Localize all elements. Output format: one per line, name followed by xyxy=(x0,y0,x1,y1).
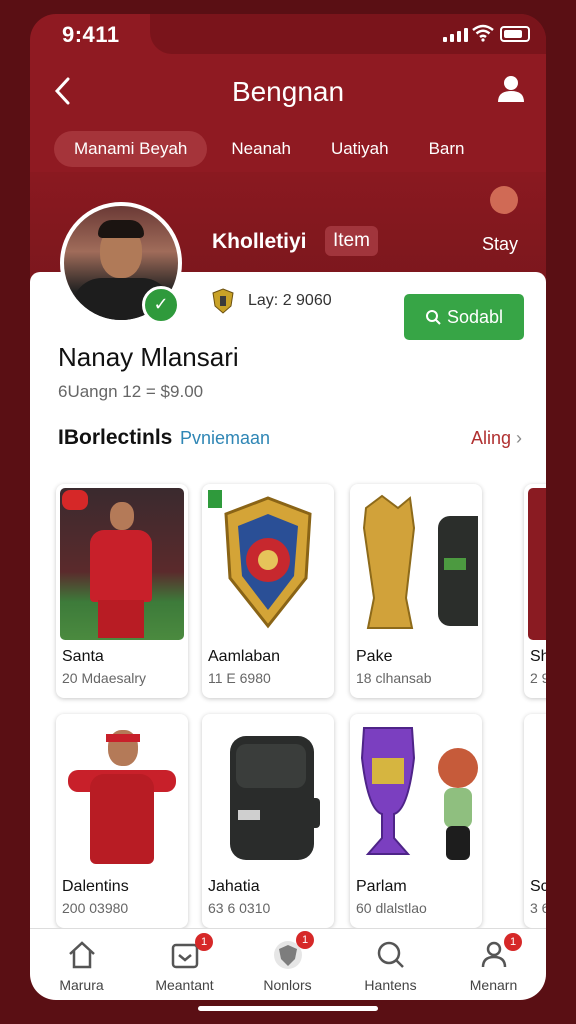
collections-title: IBorlectinls xyxy=(58,426,173,449)
tab-manami-beyah[interactable]: Manami Beyah xyxy=(54,131,208,167)
item-name: Pake xyxy=(356,648,393,665)
nav-label: Marura xyxy=(59,977,104,993)
app-screen: 9:411 Bengnan Manami Beyah Neanah Uatiya… xyxy=(30,14,546,1000)
item-sub: 60 dlalstlao xyxy=(356,900,427,916)
item-name: Aamlaban xyxy=(208,648,281,665)
home-icon xyxy=(69,941,95,969)
sodabl-button[interactable]: Sodabl xyxy=(404,294,524,340)
app-header: Bengnan xyxy=(30,58,546,126)
mascot-icon xyxy=(490,186,518,214)
signal-icon xyxy=(443,28,468,42)
see-all-link[interactable]: Aling › xyxy=(471,428,522,449)
crest-icon xyxy=(212,288,234,314)
nav-meantant[interactable]: 1 Meantant xyxy=(133,929,236,1000)
search-chat-icon xyxy=(377,941,404,968)
backpack-icon xyxy=(206,718,330,870)
search-icon xyxy=(425,310,441,325)
player-figure-icon xyxy=(60,718,184,870)
section-title: Kholletiyi xyxy=(212,230,307,253)
shield-crest-icon xyxy=(206,488,330,640)
notification-badge: 1 xyxy=(195,933,213,951)
collection-card[interactable]: Jahatia 63 6 0310 xyxy=(202,714,334,928)
item-name: Sc xyxy=(530,878,546,895)
item-name: Dalentins xyxy=(62,878,129,895)
item-name: Santa xyxy=(62,648,104,665)
wifi-icon xyxy=(472,24,494,42)
status-bar: 9:411 xyxy=(30,14,546,58)
item-sub: 63 6 0310 xyxy=(208,900,271,916)
nav-label: Nonlors xyxy=(263,977,312,993)
stay-link[interactable]: Stay xyxy=(482,234,518,255)
collection-card[interactable]: Parlam 60 dlalstlao xyxy=(350,714,482,928)
item-sub: 18 clhansab xyxy=(356,670,432,686)
partial-item-icon xyxy=(528,718,546,870)
nav-label: Hantens xyxy=(364,977,417,993)
nav-hantens[interactable]: Hantens xyxy=(339,929,442,1000)
nav-nonlors[interactable]: 1 Nonlors xyxy=(236,929,339,1000)
chevron-right-icon: › xyxy=(516,428,522,448)
verified-badge-icon: ✓ xyxy=(142,286,180,324)
profile-sub: 6Uangn 12 = $9.00 xyxy=(58,382,204,401)
tab-barn[interactable]: Barn xyxy=(409,131,485,167)
collection-card[interactable]: Sc 3 6 xyxy=(524,714,546,928)
home-indicator[interactable] xyxy=(198,1006,378,1011)
bottom-nav: Marura 1 Meantant 1 Nonlors Hantens 1 Me… xyxy=(30,928,546,1000)
user-icon[interactable] xyxy=(496,74,526,104)
battery-icon xyxy=(500,26,530,42)
collection-card[interactable]: Santa 20 Mdaesalry xyxy=(56,484,188,698)
player-photo-icon xyxy=(60,488,184,640)
notification-badge: 1 xyxy=(296,931,314,949)
category-tabs: Manami Beyah Neanah Uatiyah Barn xyxy=(30,126,546,172)
item-sub: 200 03980 xyxy=(62,900,129,916)
collection-card[interactable]: Dalentins 200 03980 xyxy=(56,714,188,928)
item-name: Parlam xyxy=(356,878,407,895)
collection-card[interactable]: Pake 18 clhansab xyxy=(350,484,482,698)
status-time: 9:411 xyxy=(62,22,120,47)
collections-subtitle[interactable]: Pvniemaan xyxy=(180,428,270,449)
item-pill[interactable]: Item xyxy=(325,226,378,256)
nav-label: Menarn xyxy=(469,977,518,993)
page-title: Bengnan xyxy=(231,76,345,107)
partial-item-icon xyxy=(528,488,546,640)
golden-trophy-bag-icon xyxy=(354,488,478,640)
tab-neanah[interactable]: Neanah xyxy=(211,131,311,167)
collection-card[interactable]: Aamlaban 11 E 6980 xyxy=(202,484,334,698)
avatar-hair xyxy=(98,220,144,238)
notification-badge: 1 xyxy=(504,933,522,951)
lay-value: Lay: 2 9060 xyxy=(248,292,332,309)
sodabl-label: Sodabl xyxy=(446,306,504,327)
item-sub: 20 Mdaesalry xyxy=(62,670,147,686)
collection-grid: Santa 20 Mdaesalry Aamlaban 11 E 6980 Pa… xyxy=(30,468,546,928)
item-sub: 2 9 xyxy=(530,670,546,686)
item-name: Sh xyxy=(530,648,546,665)
purple-trophy-mascot-icon xyxy=(354,718,478,870)
nav-marura[interactable]: Marura xyxy=(30,929,133,1000)
item-name: Jahatia xyxy=(208,878,260,895)
collection-card[interactable]: Sh 2 9 xyxy=(524,484,546,698)
tab-uatiyah[interactable]: Uatiyah xyxy=(311,131,409,167)
nav-menarn[interactable]: 1 Menarn xyxy=(442,929,545,1000)
item-sub: 3 6 xyxy=(530,900,546,916)
item-sub: 11 E 6980 xyxy=(208,670,271,686)
nav-label: Meantant xyxy=(155,977,214,993)
see-all-label: Aling xyxy=(470,428,511,448)
profile-name: Nanay Mlansari xyxy=(58,342,239,372)
